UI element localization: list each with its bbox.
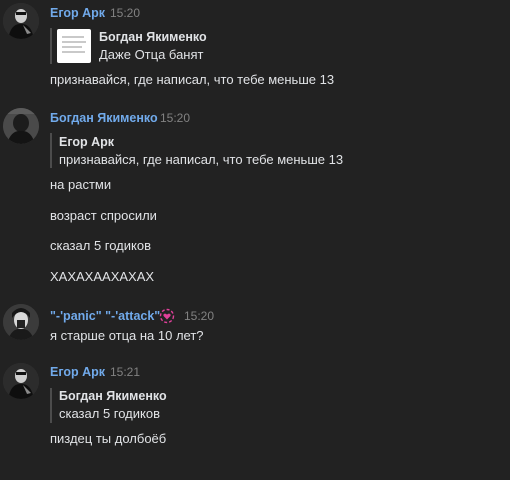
message-time: 15:20 [110, 6, 141, 20]
message-time: 15:20 [184, 309, 215, 323]
quote-bar [50, 28, 52, 64]
author-avatar[interactable] [3, 304, 39, 340]
author-avatar[interactable] [3, 363, 39, 399]
reply-text: сказал 5 годиков [59, 406, 161, 421]
author-avatar[interactable] [3, 108, 39, 144]
message-text: возраст спросили [50, 208, 157, 223]
message-time: 15:21 [110, 365, 141, 379]
reply-text: признавайся, где написал, что тебе меньш… [59, 152, 344, 167]
author-name[interactable]: Богдан Якименко [50, 111, 158, 125]
document-thumbnail-icon [57, 29, 91, 63]
avatar-photo-icon [3, 3, 39, 39]
avatar-photo-icon [3, 108, 39, 144]
reply-author: Богдан Якименко [99, 30, 207, 44]
author-avatar[interactable] [3, 3, 39, 39]
reply-author: Богдан Якименко [59, 389, 167, 403]
message-text: пиздец ты долбоёб [50, 431, 167, 446]
heart-icon [159, 308, 175, 324]
message-text: я старше отца на 10 лет? [50, 328, 204, 343]
avatar-photo-icon [3, 363, 39, 399]
message-text: ХАХАХААХАХАХ [50, 269, 155, 284]
reply-text: Даже Отца банят [99, 47, 204, 62]
reply-author: Егор Арк [59, 135, 115, 149]
author-name[interactable]: "-'panic" "-'attack" [50, 309, 160, 323]
avatar-photo-icon [3, 304, 39, 340]
author-name[interactable]: Егор Арк [50, 365, 105, 379]
author-name[interactable]: Егор Арк [50, 6, 105, 20]
chat-history: Егор Арк 15:20 Богдан Якименко Даже Отца… [0, 0, 510, 480]
quote-bar [50, 388, 52, 423]
message-text: признавайся, где написал, что тебе меньш… [50, 72, 335, 87]
quote-bar [50, 133, 52, 168]
message-time: 15:20 [160, 111, 191, 125]
message-text: сказал 5 годиков [50, 238, 152, 253]
message-text: на растми [50, 177, 112, 192]
